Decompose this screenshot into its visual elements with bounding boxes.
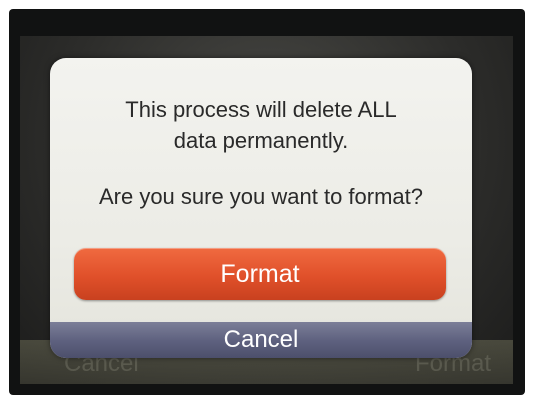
device-screen: Cancel Format This process will delete A… — [20, 36, 513, 384]
cancel-button[interactable]: Cancel — [50, 322, 472, 358]
warning-message-line: data permanently. — [173, 128, 349, 153]
confirm-question: Are you sure you want to format? — [98, 184, 424, 209]
photo-frame: Cancel Format This process will delete A… — [0, 0, 534, 403]
warning-message: This process will delete ALL data perman… — [50, 94, 472, 156]
warning-message-line: This process will delete ALL — [125, 97, 397, 122]
format-button[interactable]: Format — [74, 248, 446, 300]
format-confirm-dialog: This process will delete ALL data perman… — [50, 58, 472, 358]
